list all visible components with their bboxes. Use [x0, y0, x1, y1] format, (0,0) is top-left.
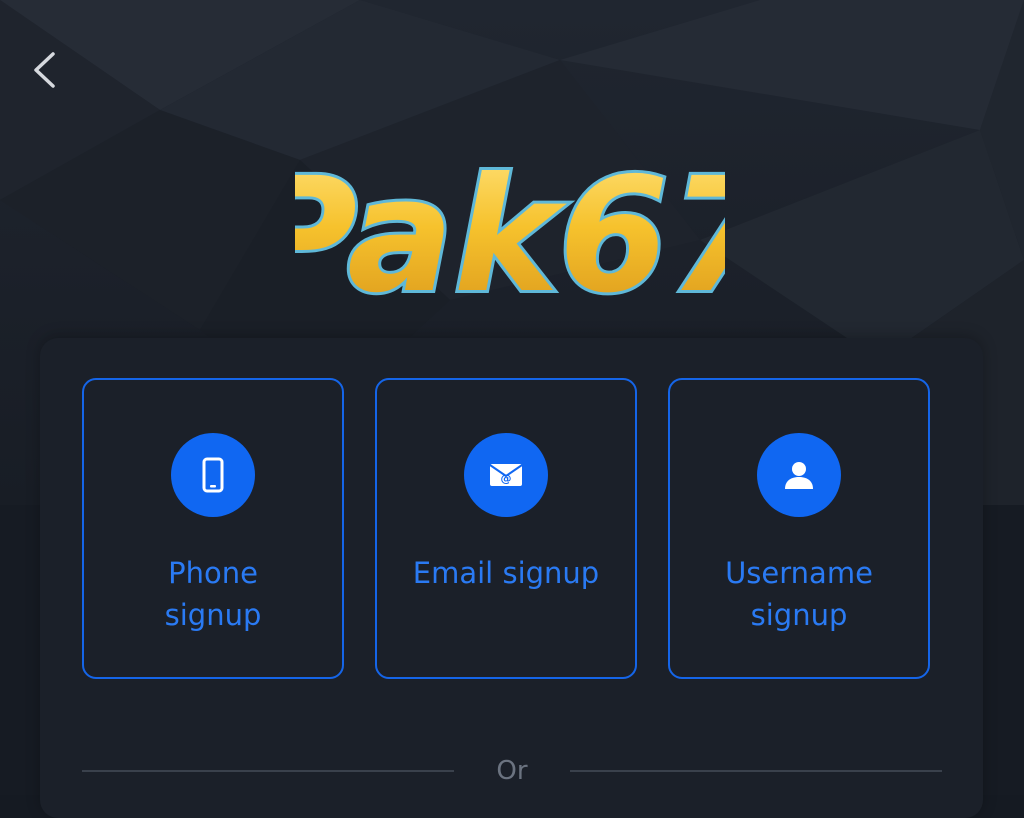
phone-signup-label: Phone signup [164, 556, 262, 632]
phone-icon-circle [171, 433, 255, 517]
or-text: Or [496, 756, 528, 786]
signup-panel: Phone signup @ Email signup Username sig… [40, 338, 983, 818]
svg-text:@: @ [501, 472, 512, 485]
brand-logo: Pak67 [295, 140, 725, 320]
user-icon [785, 462, 813, 489]
username-signup-label: Username signup [725, 556, 873, 632]
signup-options: Phone signup @ Email signup Username sig… [82, 378, 930, 679]
email-signup-label: Email signup [412, 556, 600, 590]
envelope-icon: @ [489, 464, 523, 486]
logo-text: Pak67 [295, 144, 725, 320]
email-icon-circle: @ [464, 433, 548, 517]
username-signup-button[interactable]: Username signup [668, 378, 930, 679]
user-icon-circle [757, 433, 841, 517]
back-button[interactable] [18, 44, 70, 96]
chevron-left-icon [34, 52, 55, 88]
or-divider: Or [82, 754, 942, 788]
divider-line-left [82, 770, 454, 772]
divider-line-right [570, 770, 942, 772]
email-signup-button[interactable]: @ Email signup [375, 378, 637, 679]
smartphone-icon [202, 457, 224, 493]
phone-signup-button[interactable]: Phone signup [82, 378, 344, 679]
